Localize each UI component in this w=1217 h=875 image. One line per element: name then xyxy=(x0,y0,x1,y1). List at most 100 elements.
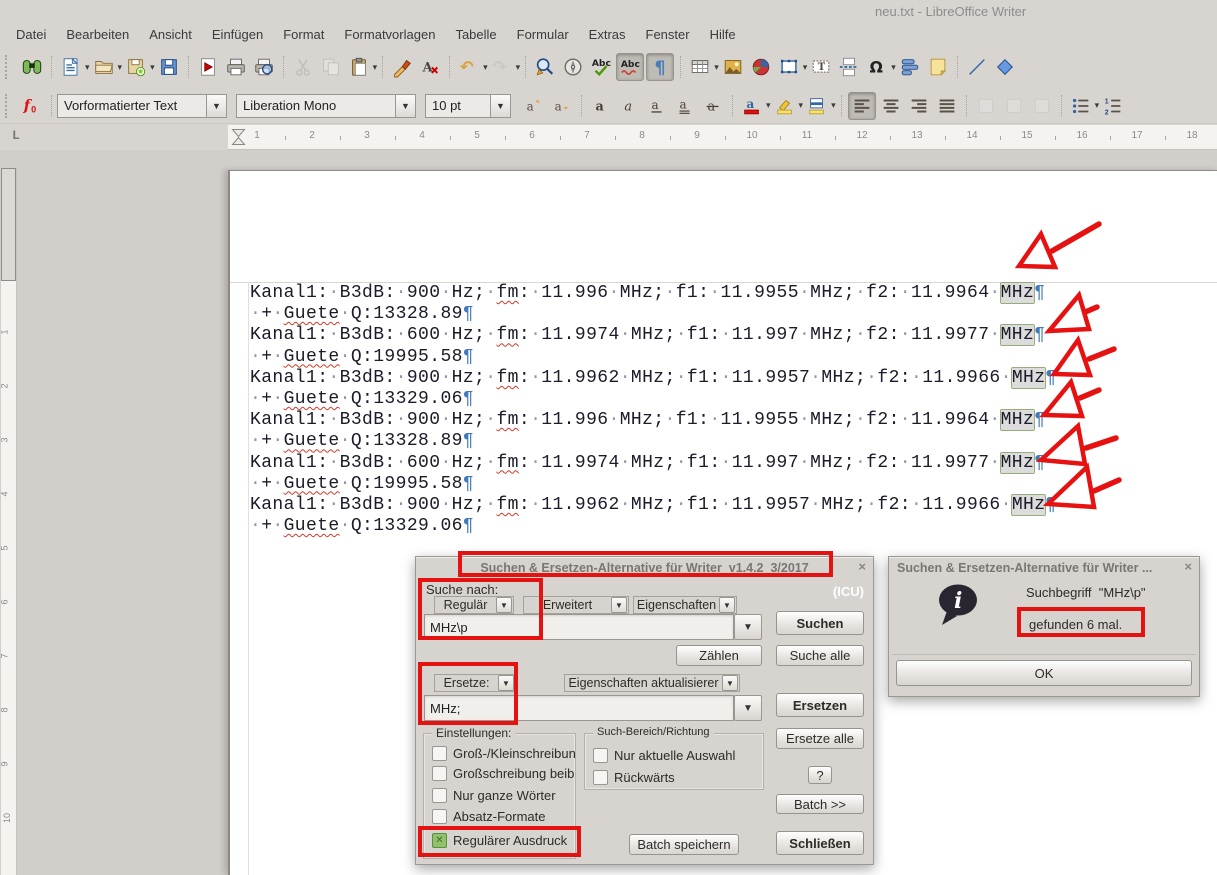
italic-button[interactable]: a xyxy=(616,93,642,119)
dropdown-caret-icon[interactable]: ▾ xyxy=(799,100,804,111)
chevron-down-icon[interactable]: ▼ xyxy=(206,95,226,117)
dropdown-caret-icon[interactable]: ▾ xyxy=(85,62,90,73)
checkbox-icon[interactable] xyxy=(593,748,608,763)
settings-option[interactable]: Nur ganze Wörter xyxy=(432,788,556,803)
underline-button[interactable]: a xyxy=(644,93,670,119)
document-line[interactable]: Kanal1:·B3dB:·900·Hz;·fm:·11.9962·MHz;·f… xyxy=(250,495,1057,516)
properties-mode-dropdown[interactable]: Eigenschaften ▼ xyxy=(633,596,737,614)
insert-image-button[interactable] xyxy=(720,54,746,80)
checkbox-checked-icon[interactable]: ✕ xyxy=(432,833,447,848)
dropdown-caret-icon[interactable]: ▾ xyxy=(831,100,836,111)
settings-option[interactable]: Groß-/Kleinschreibun xyxy=(432,746,575,761)
settings-option[interactable]: Absatz-Formate xyxy=(432,809,545,824)
navigator-button[interactable] xyxy=(560,54,586,80)
open-folder-button[interactable] xyxy=(91,54,117,80)
replace-button[interactable]: Ersetzen xyxy=(776,693,864,717)
toolbar-handle[interactable] xyxy=(5,94,11,118)
font-color-button[interactable]: a xyxy=(739,93,765,119)
bullet-list-button[interactable] xyxy=(1068,93,1094,119)
regular-mode-dropdown[interactable]: Regulär ▼ xyxy=(434,596,514,614)
checkbox-icon[interactable] xyxy=(432,746,447,761)
spelling-button[interactable]: Abc xyxy=(588,54,614,80)
export-pdf-button[interactable] xyxy=(195,54,221,80)
document-line[interactable]: Kanal1:·B3dB:·900·Hz;·fm:·11.9962·MHz;·f… xyxy=(250,368,1057,389)
menu-formular[interactable]: Formular xyxy=(507,25,579,44)
close-icon[interactable]: × xyxy=(1184,560,1192,574)
chevron-down-icon[interactable]: ▼ xyxy=(490,95,510,117)
document-line[interactable]: ·+·Guete·Q:13329.06¶ xyxy=(250,389,1057,410)
double-underline-button[interactable]: a xyxy=(672,93,698,119)
insert-table-button[interactable] xyxy=(687,54,713,80)
align-center-button[interactable] xyxy=(878,93,904,119)
align-left-button[interactable] xyxy=(848,92,876,120)
settings-option[interactable]: Großschreibung beib xyxy=(432,766,574,781)
auto-spellcheck-button[interactable]: Abc xyxy=(616,53,644,81)
background-color-button[interactable] xyxy=(804,93,830,119)
search-all-button[interactable]: Suche alle xyxy=(776,645,864,666)
insert-field-button[interactable] xyxy=(897,54,923,80)
vertical-ruler[interactable]: 12345678910 xyxy=(1,168,17,875)
fo-macro-button[interactable]: f0 xyxy=(19,93,45,119)
dropdown-caret-icon[interactable]: ▾ xyxy=(373,62,378,73)
checkbox-icon[interactable] xyxy=(593,770,608,785)
toolbar-handle[interactable] xyxy=(5,55,11,79)
print-preview-button[interactable] xyxy=(251,54,277,80)
menu-fenster[interactable]: Fenster xyxy=(636,25,700,44)
search-input[interactable]: MHz\p xyxy=(424,614,734,640)
menu-formatvorlagen[interactable]: Formatvorlagen xyxy=(334,25,445,44)
dropdown-caret-icon[interactable]: ▾ xyxy=(766,100,771,111)
properties-update-dropdown[interactable]: Eigenschaften aktualisierer ▼ xyxy=(564,674,740,692)
info-dialog-titlebar[interactable]: Suchen & Ersetzen-Alternative für Writer… xyxy=(889,557,1199,579)
chevron-down-icon[interactable]: ▼ xyxy=(611,597,627,613)
replace-all-button[interactable]: Ersetze alle xyxy=(776,728,864,749)
clear-formatting-button[interactable]: A xyxy=(417,54,443,80)
chevron-down-icon[interactable]: ▼ xyxy=(719,597,735,613)
menu-hilfe[interactable]: Hilfe xyxy=(700,25,746,44)
dropdown-caret-icon[interactable]: ▾ xyxy=(483,62,488,73)
document-line[interactable]: Kanal1:·B3dB:·600·Hz;·fm:·11.9974·MHz;·f… xyxy=(250,453,1057,474)
menu-extras[interactable]: Extras xyxy=(579,25,636,44)
replace-input[interactable]: MHz; xyxy=(424,695,734,721)
highlight-button[interactable] xyxy=(772,93,798,119)
page-break-button[interactable] xyxy=(836,54,862,80)
help-button[interactable]: ? xyxy=(808,766,832,784)
document-line[interactable]: Kanal1:·B3dB:·900·Hz;·fm:·11.996·MHz;·f1… xyxy=(250,283,1057,304)
save-template-button[interactable] xyxy=(123,54,149,80)
numbered-list-button[interactable]: 12 xyxy=(1100,93,1126,119)
dropdown-caret-icon[interactable]: ▾ xyxy=(891,62,896,73)
search-button[interactable]: Suchen xyxy=(776,611,864,635)
special-character-button[interactable]: Ω xyxy=(864,54,890,80)
search-history-dropdown[interactable]: ▼ xyxy=(734,614,762,640)
chevron-down-icon[interactable]: ▼ xyxy=(395,95,415,117)
paste-button[interactable] xyxy=(346,54,372,80)
batch-save-button[interactable]: Batch speichern xyxy=(629,834,739,855)
new-document-button[interactable] xyxy=(58,54,84,80)
binoculars-button[interactable] xyxy=(19,54,45,80)
dropdown-caret-icon[interactable]: ▾ xyxy=(803,62,808,73)
insert-textbox-button[interactable]: T xyxy=(808,54,834,80)
print-button[interactable] xyxy=(223,54,249,80)
dropdown-caret-icon[interactable]: ▾ xyxy=(150,62,155,73)
chevron-down-icon[interactable]: ▼ xyxy=(722,675,738,691)
menu-ansicht[interactable]: Ansicht xyxy=(139,25,202,44)
ok-button[interactable]: OK xyxy=(896,660,1192,686)
search-dialog-titlebar[interactable]: Suchen & Ersetzen-Alternative für Writer… xyxy=(416,557,873,579)
document-line[interactable]: Kanal1:·B3dB:·900·Hz;·fm:·11.996·MHz;·f1… xyxy=(250,410,1057,431)
chevron-down-icon[interactable]: ▼ xyxy=(496,597,512,613)
scope-option[interactable]: Rückwärts xyxy=(593,770,675,785)
menu-tabelle[interactable]: Tabelle xyxy=(445,25,506,44)
save-button[interactable] xyxy=(156,54,182,80)
justify-button[interactable] xyxy=(934,93,960,119)
checkbox-icon[interactable] xyxy=(432,809,447,824)
font-size-combo[interactable]: 10 pt ▼ xyxy=(425,94,511,118)
replace-history-dropdown[interactable]: ▼ xyxy=(734,695,762,721)
undo-button[interactable]: ↶ xyxy=(456,54,482,80)
replace-mode-dropdown[interactable]: Ersetze: ▼ xyxy=(434,674,516,692)
document-line[interactable]: ·+·Guete·Q:13328.89¶ xyxy=(250,304,1057,325)
strikethrough-button[interactable]: a xyxy=(700,93,726,119)
menu-format[interactable]: Format xyxy=(273,25,334,44)
horizontal-ruler[interactable]: L 123456789101112131415161718 xyxy=(0,124,1217,150)
chevron-down-icon[interactable]: ▼ xyxy=(498,675,514,691)
batch-button[interactable]: Batch >> xyxy=(776,794,864,814)
menu-einfügen[interactable]: Einfügen xyxy=(202,25,273,44)
